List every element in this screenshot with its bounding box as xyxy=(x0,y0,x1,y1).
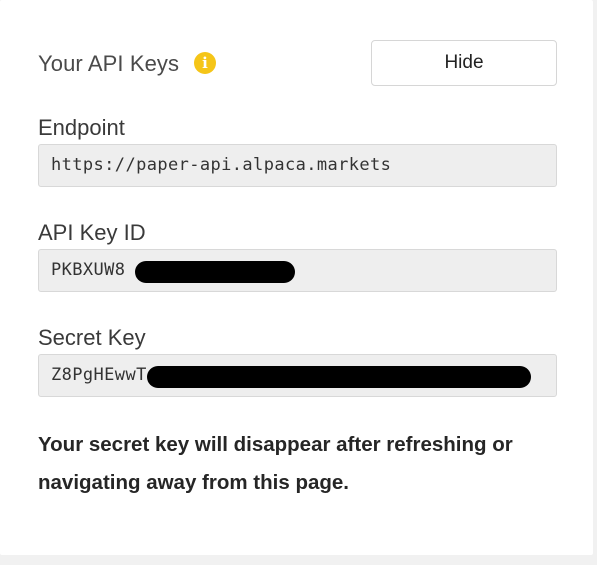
secret-key-field[interactable]: Z8PgHEwwT xyxy=(38,354,557,397)
endpoint-label: Endpoint xyxy=(38,115,125,140)
secret-key-value: Z8PgHEwwT xyxy=(51,365,147,385)
secret-key-redaction xyxy=(147,366,531,388)
secret-key-notice: Your secret key will disappear after ref… xyxy=(38,433,513,494)
endpoint-value: https://paper-api.alpaca.markets xyxy=(51,155,392,175)
secret-key-label: Secret Key xyxy=(38,325,146,350)
endpoint-field[interactable]: https://paper-api.alpaca.markets xyxy=(38,144,557,187)
api-keys-card: Your API Keys i Hide Endpoint https://pa… xyxy=(0,0,593,555)
api-keys-header: Your API Keys i Hide xyxy=(38,40,557,88)
api-key-id-redaction xyxy=(135,261,295,283)
api-key-id-field[interactable]: PKBXUW8 xyxy=(38,249,557,292)
api-key-id-label: API Key ID xyxy=(38,220,146,245)
hide-button[interactable]: Hide xyxy=(371,40,557,86)
api-keys-title: Your API Keys xyxy=(38,51,180,76)
info-icon[interactable]: i xyxy=(194,52,216,74)
api-key-id-value: PKBXUW8 xyxy=(51,260,126,280)
